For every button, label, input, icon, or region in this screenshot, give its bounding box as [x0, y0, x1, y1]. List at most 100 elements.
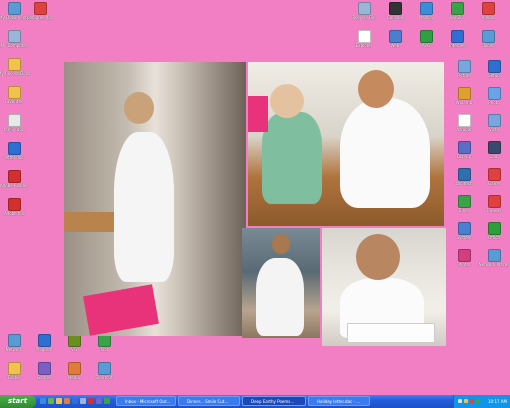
desktop-shortcut-icon — [37, 362, 51, 375]
desktop-icon-network-places[interactable]: Network Places — [472, 249, 510, 267]
collage-photo-girl-at-table — [64, 62, 246, 336]
system-tray: 10:17 AM — [453, 395, 510, 408]
desktop-icon-label: Firewall — [486, 208, 502, 213]
desktop-icon-tools[interactable]: Tools — [466, 30, 510, 48]
desktop-shortcut-icon — [487, 195, 501, 208]
desktop-shortcut-icon — [419, 30, 433, 43]
desktop-icon-label: Game — [488, 181, 500, 186]
desktop-shortcut-icon — [487, 168, 501, 181]
desktop-shortcut-icon — [487, 222, 501, 235]
quick-launch-acrobat-icon[interactable] — [88, 398, 94, 404]
desktop-shortcut-icon — [450, 2, 464, 15]
desktop-icon-adobe-file[interactable]: Adobe file — [0, 198, 36, 216]
desktop-shortcut-icon — [457, 168, 471, 181]
desktop-shortcut-icon — [487, 141, 501, 154]
desktop-icon-adobe[interactable]: Adobe — [466, 2, 510, 20]
desktop-icon-pedigree-doc[interactable]: pedigree.doc — [18, 2, 62, 20]
collage-photo-girl-standing — [242, 228, 320, 338]
desktop-icon-letter-doc[interactable]: letter.doc — [0, 142, 36, 160]
desktop-icon-label: My Recent Docs — [0, 71, 30, 76]
desktop-icon-label: letter.doc — [4, 155, 24, 160]
desktop-shortcut-icon — [419, 2, 433, 15]
desktop-icon-label: Adobe Reader — [0, 183, 29, 188]
desktop-shortcut-icon — [7, 198, 21, 211]
desktop-icon-label: pedigree.doc — [26, 15, 54, 20]
quick-launch-word-icon[interactable] — [72, 398, 78, 404]
desktop-shortcut-icon — [457, 114, 471, 127]
task-deep-earthy-poems[interactable]: Deep Earthy Poems... — [242, 396, 306, 406]
desktop-shortcut-icon — [457, 222, 471, 235]
taskbar-clock[interactable]: 10:17 AM — [488, 395, 507, 408]
desktop-icon-label: Office — [488, 235, 500, 240]
desktop-icon-my-recent-docs[interactable]: My Recent Docs — [0, 58, 36, 76]
quick-launch-media-icon[interactable] — [64, 398, 70, 404]
desktop-icon-label: Tools — [483, 43, 493, 48]
desktop-icon-label: Favorites — [4, 99, 24, 104]
desktop-shortcut-icon — [487, 249, 501, 262]
quick-launch-winzip-icon[interactable] — [96, 398, 102, 404]
task-holiday-letter[interactable]: Holiday letter.doc - ... — [308, 396, 370, 406]
desktop-icon-label: My Computer — [0, 43, 28, 48]
desktop-shortcut-icon — [7, 334, 21, 347]
collage-photo-girl-reading — [322, 228, 446, 346]
quick-launch-explorer-icon[interactable] — [80, 398, 86, 404]
start-button[interactable]: start — [0, 395, 36, 408]
desktop-shortcut-icon — [33, 2, 47, 15]
desktop-shortcut-icon — [487, 60, 501, 73]
desktop-icon-photo[interactable]: Photo — [472, 87, 510, 105]
desktop-shortcut-icon — [457, 195, 471, 208]
desktop-icon-cam[interactable]: Cam — [472, 141, 510, 159]
tray-volume-icon[interactable] — [464, 399, 468, 403]
tray-shield-icon[interactable] — [476, 399, 480, 403]
desktop-shortcut-icon — [457, 141, 471, 154]
task-inbox-outlook[interactable]: Inbox - Microsoft Out... — [116, 396, 176, 406]
desktop-icon-label: Setup — [488, 73, 500, 78]
desktop-shortcut-icon — [37, 334, 51, 347]
collage-photo-two-children — [248, 62, 444, 226]
quick-launch-outlook-icon[interactable] — [56, 398, 62, 404]
quick-launch-music-icon[interactable] — [104, 398, 110, 404]
desktop-shortcut-icon — [7, 114, 21, 127]
desktop-shortcut-icon — [7, 362, 21, 375]
tray-network-icon[interactable] — [458, 399, 462, 403]
desktop-shortcut-icon — [487, 87, 501, 100]
desktop-shortcut-icon — [457, 60, 471, 73]
desktop-icon-firewall[interactable]: Firewall — [472, 195, 510, 213]
desktop-shortcut-icon — [457, 249, 471, 262]
desktop-shortcut-icon — [97, 362, 111, 375]
desktop-icon-my-computer[interactable]: My Computer — [0, 30, 36, 48]
desktop-shortcut-icon — [487, 114, 501, 127]
desktop-shortcut-icon — [457, 87, 471, 100]
desktop-icon-setup[interactable]: Setup — [472, 60, 510, 78]
task-dinner-smile[interactable]: Dinner... Smile Cut... — [178, 396, 240, 406]
desktop-icon-label: Adobe file — [3, 211, 24, 216]
desktop-icon-shortcut[interactable]: Shortcut — [82, 362, 126, 380]
desktop-icon-vista[interactable]: Vista — [472, 114, 510, 132]
desktop-shortcut-icon — [67, 362, 81, 375]
desktop-icon-label: Shortcut — [95, 375, 113, 380]
desktop-shortcut-icon — [7, 142, 21, 155]
tray-antivirus-icon[interactable] — [470, 399, 474, 403]
quick-launch-ie-icon[interactable] — [40, 398, 46, 404]
desktop-icon-game[interactable]: Game — [472, 168, 510, 186]
desktop-shortcut-icon — [7, 86, 21, 99]
desktop-shortcut-icon — [7, 30, 21, 43]
desktop-shortcut-icon — [481, 2, 495, 15]
desktop-shortcut-icon — [7, 170, 21, 183]
desktop-icon-adobe-reader[interactable]: Adobe Reader — [0, 170, 36, 188]
desktop-icon-family-doc[interactable]: family.doc — [0, 114, 36, 132]
desktop-icon-label: Tool — [100, 347, 108, 352]
desktop-shortcut-icon — [450, 30, 464, 43]
desktop-icon-label: Vista — [489, 127, 499, 132]
taskbar: start Inbox - Microsoft Out... Dinner...… — [0, 395, 510, 408]
desktop-shortcut-icon — [357, 2, 371, 15]
quick-launch-desktop-icon[interactable] — [48, 398, 54, 404]
desktop-icon-favorites[interactable]: Favorites — [0, 86, 36, 104]
desktop-icon-tool[interactable]: Tool — [82, 334, 126, 352]
desktop-icon-office[interactable]: Office — [472, 222, 510, 240]
desktop-icon-label: Network Places — [478, 262, 510, 267]
desktop-icon-label: family.doc — [3, 127, 25, 132]
desktop-shortcut-icon — [357, 30, 371, 43]
desktop-shortcut-icon — [388, 30, 402, 43]
desktop-shortcut-icon — [7, 58, 21, 71]
